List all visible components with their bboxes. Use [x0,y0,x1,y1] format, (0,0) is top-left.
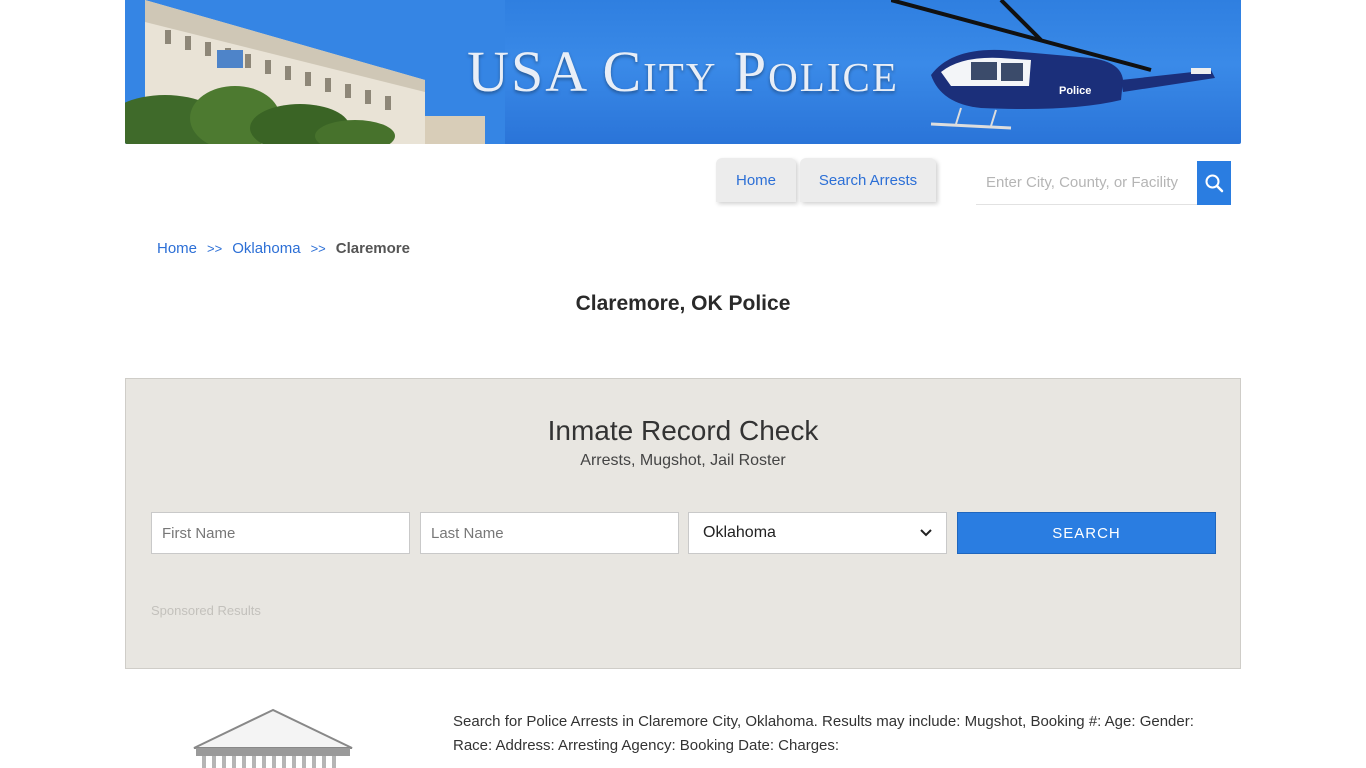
breadcrumb-state[interactable]: Oklahoma [232,240,300,258]
breadcrumb: Home >> Oklahoma >> Claremore [157,240,410,258]
police-helicopter-image: Police [891,0,1215,130]
panel-title: Inmate Record Check [547,415,819,446]
city-search-button[interactable] [1197,161,1231,205]
first-name-input[interactable] [151,512,410,554]
breadcrumb-home[interactable]: Home [157,240,197,258]
nav-home[interactable]: Home [716,158,796,202]
search-submit-button[interactable]: SEARCH [957,512,1216,554]
courthouse-icon [193,708,353,768]
chevron-down-icon [920,529,932,537]
inmate-search-panel: Inmate Record Check Arrests, Mugshot, Ja… [125,378,1241,669]
page-description: Search for Police Arrests in Claremore C… [453,713,1194,754]
main-nav: Home Search Arrests [716,158,940,202]
state-select[interactable]: Oklahoma [688,512,947,554]
city-search-input[interactable] [976,161,1198,205]
panel-subtitle: Arrests, Mugshot, Jail Roster [580,452,786,469]
page-title: Claremore, OK Police [575,292,791,315]
helicopter-police-label: Police [1059,85,1091,97]
breadcrumb-separator: >> [207,241,223,256]
last-name-input[interactable] [420,512,679,554]
header-banner: USA City Police Police [125,0,1241,144]
breadcrumb-separator: >> [310,241,326,256]
state-select-value: Oklahoma [703,524,776,541]
breadcrumb-current: Claremore [335,240,410,257]
search-icon [1205,174,1224,193]
nav-search-arrests[interactable]: Search Arrests [800,158,936,202]
sponsored-results-label: Sponsored Results [151,603,261,618]
